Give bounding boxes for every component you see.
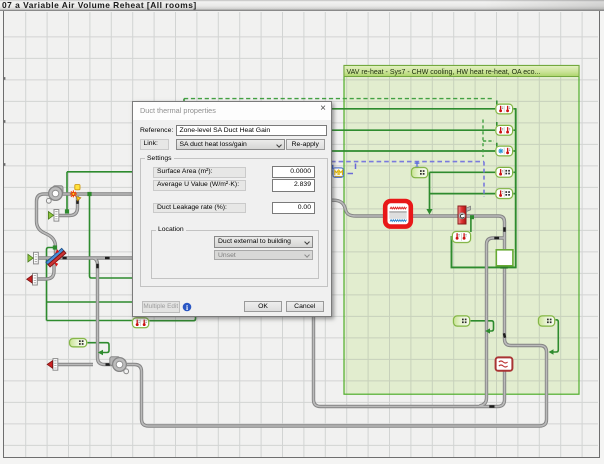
- svg-text:VAV re-heat - Sys7 - CHW cooli: VAV re-heat - Sys7 - CHW cooling, HW hea…: [347, 69, 541, 76]
- svg-text:i: i: [185, 302, 187, 311]
